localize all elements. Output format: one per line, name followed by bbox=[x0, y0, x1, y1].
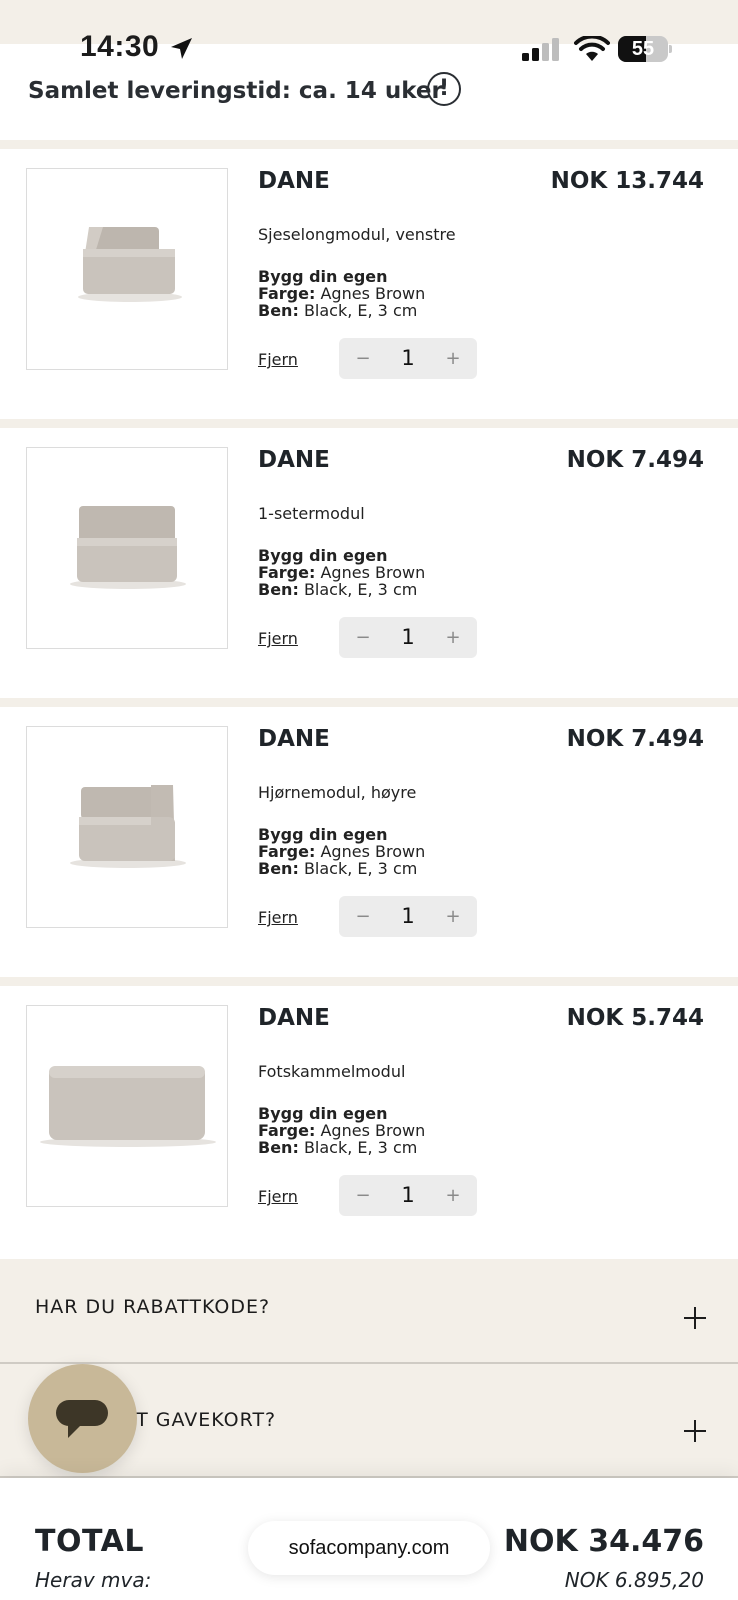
product-variant: Hjørnemodul, høyre bbox=[258, 783, 417, 802]
wifi-icon bbox=[574, 36, 610, 61]
vat-label: Herav mva: bbox=[35, 1568, 152, 1592]
decrease-button[interactable]: − bbox=[343, 338, 383, 379]
increase-button[interactable]: + bbox=[433, 896, 473, 937]
info-icon[interactable]: ! bbox=[427, 72, 461, 106]
divider bbox=[0, 977, 738, 986]
product-specs: Bygg din egen Farge: Agnes Brown Ben: Bl… bbox=[258, 267, 426, 320]
remove-link[interactable]: Fjern bbox=[258, 350, 298, 369]
product-brand: DANE bbox=[258, 726, 330, 752]
quantity-value[interactable]: 1 bbox=[379, 338, 437, 379]
quantity-stepper: − 1 + bbox=[339, 896, 477, 937]
remove-link[interactable]: Fjern bbox=[258, 908, 298, 927]
product-brand: DANE bbox=[258, 168, 330, 194]
increase-button[interactable]: + bbox=[433, 1175, 473, 1216]
vat-value: NOK 6.895,20 bbox=[564, 1568, 704, 1592]
cart-item: DANE NOK 13.744 Sjeselongmodul, venstre … bbox=[0, 149, 738, 419]
plus-icon bbox=[684, 1307, 706, 1329]
product-price: NOK 5.744 bbox=[566, 1005, 704, 1031]
browser-url-bar[interactable]: sofacompany.com bbox=[248, 1521, 490, 1575]
product-image[interactable] bbox=[26, 447, 228, 649]
total-label: TOTAL bbox=[35, 1524, 144, 1559]
status-time: 14:30 bbox=[80, 30, 160, 63]
order-total-bar: TOTAL Herav mva: NOK 34.476 NOK 6.895,20… bbox=[0, 1478, 738, 1600]
decrease-button[interactable]: − bbox=[343, 1175, 383, 1216]
battery-icon: 55 bbox=[618, 36, 672, 62]
decrease-button[interactable]: − bbox=[343, 896, 383, 937]
increase-button[interactable]: + bbox=[433, 617, 473, 658]
divider bbox=[0, 140, 738, 149]
decrease-button[interactable]: − bbox=[343, 617, 383, 658]
product-image[interactable] bbox=[26, 168, 228, 370]
divider bbox=[0, 419, 738, 428]
product-brand: DANE bbox=[258, 1005, 330, 1031]
product-specs: Bygg din egen Farge: Agnes Brown Ben: Bl… bbox=[258, 825, 426, 878]
quantity-stepper: − 1 + bbox=[339, 617, 477, 658]
divider bbox=[0, 698, 738, 707]
quantity-value[interactable]: 1 bbox=[379, 1175, 437, 1216]
location-arrow-icon bbox=[171, 38, 192, 59]
increase-button[interactable]: + bbox=[433, 338, 473, 379]
plus-icon bbox=[684, 1420, 706, 1442]
discount-code-label: HAR DU RABATTKODE? bbox=[35, 1296, 271, 1318]
cart-item: DANE NOK 7.494 Hjørnemodul, høyre Bygg d… bbox=[0, 707, 738, 977]
quantity-stepper: − 1 + bbox=[339, 1175, 477, 1216]
total-value: NOK 34.476 bbox=[503, 1524, 704, 1559]
product-specs: Bygg din egen Farge: Agnes Brown Ben: Bl… bbox=[258, 546, 426, 599]
chat-icon bbox=[56, 1400, 108, 1438]
product-image[interactable] bbox=[26, 726, 228, 928]
quantity-value[interactable]: 1 bbox=[379, 896, 437, 937]
product-price: NOK 7.494 bbox=[566, 726, 704, 752]
product-brand: DANE bbox=[258, 447, 330, 473]
product-variant: 1-setermodul bbox=[258, 504, 365, 523]
signal-icon bbox=[522, 38, 559, 61]
remove-link[interactable]: Fjern bbox=[258, 629, 298, 648]
product-price: NOK 13.744 bbox=[550, 168, 704, 194]
product-specs: Bygg din egen Farge: Agnes Brown Ben: Bl… bbox=[258, 1104, 426, 1157]
quantity-value[interactable]: 1 bbox=[379, 617, 437, 658]
product-variant: Fotskammelmodul bbox=[258, 1062, 406, 1081]
remove-link[interactable]: Fjern bbox=[258, 1187, 298, 1206]
cart-item: DANE NOK 7.494 1-setermodul Bygg din ege… bbox=[0, 428, 738, 698]
discount-code-accordion[interactable]: HAR DU RABATTKODE? bbox=[0, 1259, 738, 1363]
product-price: NOK 7.494 bbox=[566, 447, 704, 473]
delivery-time-text: Samlet leveringstid: ca. 14 uker bbox=[28, 78, 443, 104]
chat-button[interactable] bbox=[28, 1364, 137, 1473]
quantity-stepper: − 1 + bbox=[339, 338, 477, 379]
product-variant: Sjeselongmodul, venstre bbox=[258, 225, 456, 244]
cart-item: DANE NOK 5.744 Fotskammelmodul Bygg din … bbox=[0, 986, 738, 1256]
product-image[interactable] bbox=[26, 1005, 228, 1207]
